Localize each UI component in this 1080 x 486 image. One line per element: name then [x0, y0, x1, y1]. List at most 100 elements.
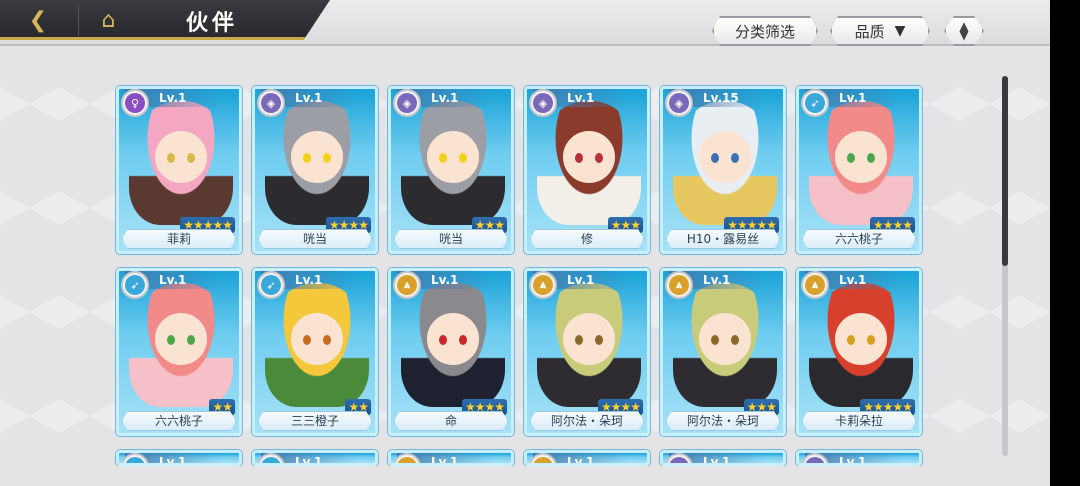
partner-card[interactable]: Lv.1 — [388, 450, 514, 466]
partner-card[interactable]: Lv.1 — [524, 450, 650, 466]
character-name: 咣当 — [258, 229, 372, 249]
character-eye — [303, 335, 311, 345]
character-name: 修 — [530, 229, 644, 249]
class-icon: ◈ — [397, 93, 417, 113]
character-eye — [847, 153, 855, 163]
partner-card[interactable]: Lv.1 ⩓ ★★★★ 命 — [388, 268, 514, 436]
partner-card[interactable]: Lv.1 ➶ ★★ 六六桃子 — [116, 268, 242, 436]
top-bar: ❮ ⌂ 伙伴 分类筛选 品质 ▼ ▲ ▼ — [0, 0, 1050, 46]
class-icon — [669, 457, 689, 463]
class-icon — [805, 457, 825, 463]
class-icon: ⩓ — [397, 275, 417, 295]
character-eye — [323, 153, 331, 163]
home-button[interactable]: ⌂ — [78, 4, 138, 36]
category-filter-button[interactable]: 分类筛选 — [712, 16, 818, 46]
partner-grid[interactable]: Lv.1 ♀ ★★★★★ 菲莉 Lv.1 ◈ ★★★★ 咣当 Lv.1 ◈ ★★★ 咣当 Lv.1 ◈ ★★… — [104, 72, 994, 466]
character-name: 命 — [394, 411, 508, 431]
class-badge: ➶ — [801, 89, 829, 117]
class-badge: ⩓ — [393, 271, 421, 299]
character-eye — [867, 335, 875, 345]
character-face — [153, 311, 209, 367]
class-icon — [533, 457, 553, 463]
class-badge: ➶ — [121, 271, 149, 299]
character-face — [561, 129, 617, 185]
category-filter-label: 分类筛选 — [734, 22, 795, 41]
class-badge: ◈ — [257, 89, 285, 117]
partner-card[interactable]: Lv.1 — [252, 450, 378, 466]
character-eye — [167, 153, 175, 163]
character-name: 六六桃子 — [122, 411, 236, 431]
character-name: 三三橙子 — [258, 411, 372, 431]
character-eye — [731, 335, 739, 345]
home-icon: ⌂ — [101, 7, 116, 33]
character-eye — [711, 153, 719, 163]
character-eye — [867, 153, 875, 163]
class-icon: ⩓ — [805, 275, 825, 295]
partner-card[interactable]: Lv.1 — [116, 450, 242, 466]
character-eye — [167, 335, 175, 345]
class-icon: ♀ — [125, 93, 145, 113]
character-eye — [711, 335, 719, 345]
class-icon — [261, 457, 281, 463]
class-badge: ⩓ — [665, 271, 693, 299]
class-icon: ◈ — [261, 93, 281, 113]
character-face — [561, 311, 617, 367]
top-bar-title-area: ❮ ⌂ 伙伴 — [0, 0, 330, 40]
quality-label: 品质 — [854, 22, 885, 41]
character-name: 六六桃子 — [802, 229, 916, 249]
character-eye — [439, 153, 447, 163]
character-eye — [459, 153, 467, 163]
class-icon: ⩓ — [669, 275, 689, 295]
character-name: 卡莉朵拉 — [802, 411, 916, 431]
character-face — [425, 129, 481, 185]
character-face — [697, 129, 753, 185]
class-icon: ➶ — [261, 275, 281, 295]
character-eye — [575, 335, 583, 345]
character-name: 咣当 — [394, 229, 508, 249]
character-name: 阿尔法・朵珂 — [530, 411, 644, 431]
character-name: H10・露易丝 — [666, 229, 780, 249]
scroll-thumb[interactable] — [1002, 76, 1008, 266]
class-icon — [397, 457, 417, 463]
character-face — [833, 311, 889, 367]
back-button[interactable]: ❮ — [8, 4, 68, 36]
character-eye — [595, 335, 603, 345]
class-icon: ◈ — [669, 93, 689, 113]
class-badge: ◈ — [529, 89, 557, 117]
partner-card[interactable]: Lv.1 ♀ ★★★★★ 菲莉 — [116, 86, 242, 254]
character-name: 阿尔法・朵珂 — [666, 411, 780, 431]
partner-card[interactable]: Lv.1 — [796, 450, 922, 466]
partner-screen: ❮ ⌂ 伙伴 分类筛选 品质 ▼ ▲ ▼ Lv.1 ♀ ★★★★★ 菲莉 Lv.1 ◈ ★★… — [0, 0, 1050, 486]
character-eye — [731, 153, 739, 163]
character-eye — [187, 335, 195, 345]
class-badge: ⩓ — [801, 271, 829, 299]
partner-card[interactable]: Lv.1 ◈ ★★★ 咣当 — [388, 86, 514, 254]
character-eye — [303, 153, 311, 163]
character-eye — [459, 335, 467, 345]
page-title: 伙伴 — [186, 11, 239, 36]
partner-card[interactable]: Lv.1 ⩓ ★★★ 阿尔法・朵珂 — [660, 268, 786, 436]
class-badge: ◈ — [393, 89, 421, 117]
character-eye — [847, 335, 855, 345]
character-face — [833, 129, 889, 185]
partner-card[interactable]: Lv.1 ⩓ ★★★★ 阿尔法・朵珂 — [524, 268, 650, 436]
partner-card[interactable]: Lv.1 ◈ ★★★ 修 — [524, 86, 650, 254]
quality-dropdown[interactable]: 品质 ▼ — [830, 16, 930, 46]
grid-scrollbar[interactable] — [1002, 76, 1008, 456]
partner-card[interactable]: Lv.1 ⩓ ★★★★★ 卡莉朵拉 — [796, 268, 922, 436]
character-face — [153, 129, 209, 185]
class-icon — [125, 457, 145, 463]
sort-down-icon: ▼ — [959, 28, 969, 42]
sort-order-button[interactable]: ▲ ▼ — [944, 16, 984, 46]
partner-card[interactable]: Lv.1 ➶ ★★★★ 六六桃子 — [796, 86, 922, 254]
partner-card[interactable]: Lv.1 ➶ ★★ 三三橙子 — [252, 268, 378, 436]
partner-card[interactable]: Lv.1 ◈ ★★★★ 咣当 — [252, 86, 378, 254]
class-icon: ⩓ — [533, 275, 553, 295]
class-icon: ◈ — [533, 93, 553, 113]
character-eye — [595, 153, 603, 163]
partner-card[interactable]: Lv.1 — [660, 450, 786, 466]
back-icon: ❮ — [28, 7, 48, 33]
character-eye — [187, 153, 195, 163]
class-icon: ➶ — [805, 93, 825, 113]
partner-card[interactable]: Lv.15 ◈ ★★★★★ H10・露易丝 — [660, 86, 786, 254]
